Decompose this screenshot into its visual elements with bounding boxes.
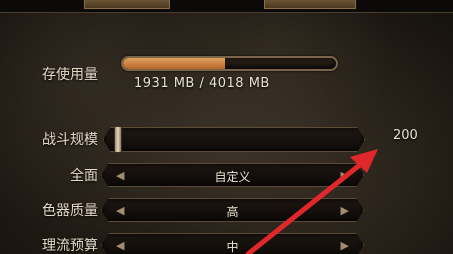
battle-size-slider[interactable] [103,127,365,152]
chevron-right-icon[interactable]: ▶ [341,204,349,217]
fullscreen-select[interactable]: ◀ 自定义 ▶ [101,163,364,187]
weapon-quality-select-value: 高 [226,205,239,219]
top-bar [0,0,453,13]
memory-usage-text: 1931 MB / 4018 MB [134,76,270,91]
chevron-right-icon[interactable]: ▶ [341,169,349,182]
battle-size-slider-handle[interactable] [114,126,122,153]
weapon-quality-label: 色器质量 [42,203,98,219]
battle-size-label: 战斗规模 [42,132,98,148]
chevron-right-icon[interactable]: ▶ [341,239,349,252]
top-tab[interactable] [84,0,170,9]
battle-size-value: 200 [393,128,418,143]
memory-usage-fill [123,58,226,69]
memory-usage-label: 存使用量 [42,67,98,83]
physics-budget-label: 理流预算 [42,238,98,254]
memory-usage-bar [121,56,338,71]
physics-budget-select-value: 中 [226,240,239,254]
fullscreen-select-value: 自定义 [214,170,251,184]
weapon-quality-select[interactable]: ◀ 高 ▶ [101,198,364,222]
fullscreen-label: 全面 [70,168,98,184]
physics-budget-select[interactable]: ◀ 中 ▶ [101,233,364,254]
top-tab[interactable] [264,0,356,9]
